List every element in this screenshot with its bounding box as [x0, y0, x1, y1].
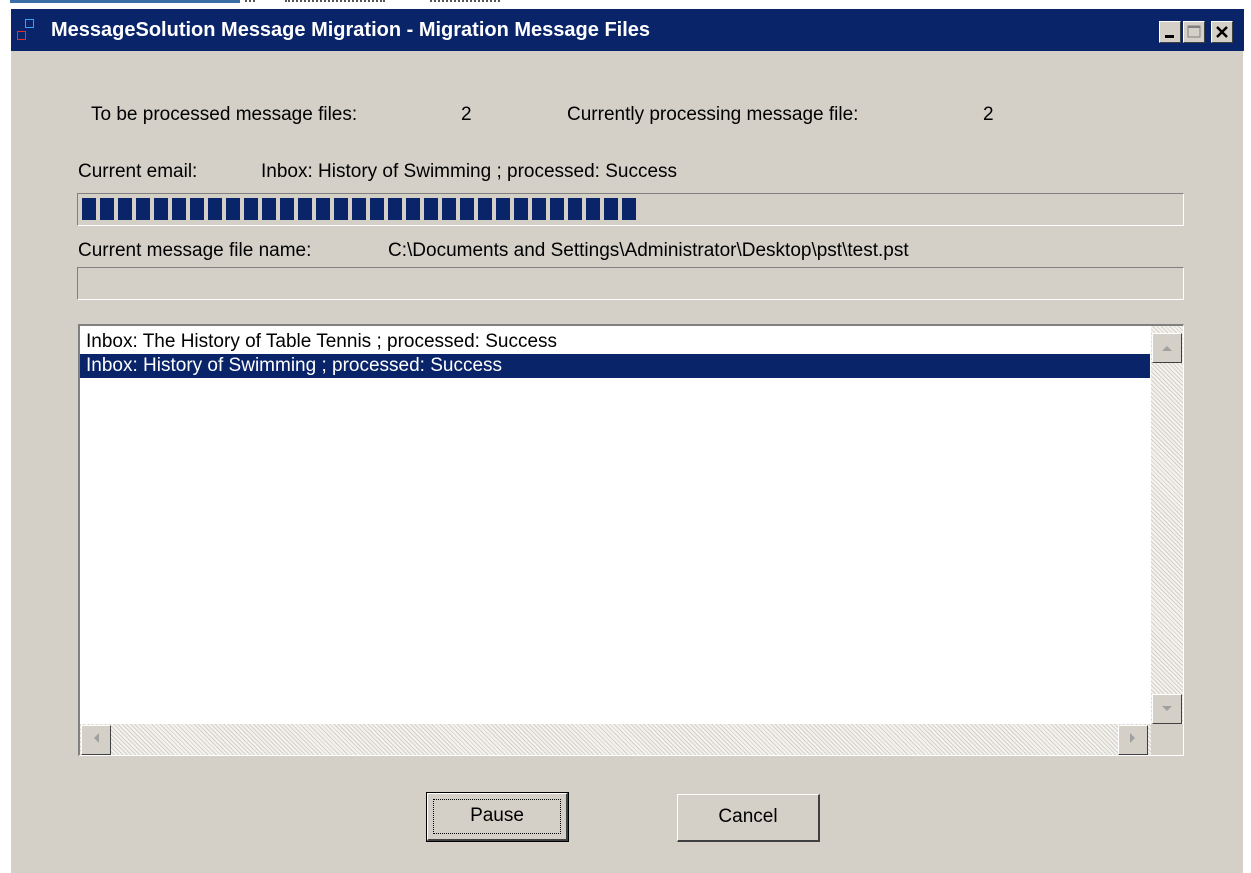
progress-block: [190, 198, 204, 220]
progress-block: [334, 198, 348, 220]
pause-button[interactable]: Pause: [426, 792, 569, 842]
scroll-down-button[interactable]: [1152, 694, 1182, 724]
progress-block: [424, 198, 438, 220]
vertical-scrollbar[interactable]: [1151, 326, 1183, 755]
scroll-up-button[interactable]: [1152, 333, 1182, 363]
file-name-label: Current message file name:: [78, 240, 312, 261]
progress-block: [352, 198, 366, 220]
progress-block: [82, 198, 96, 220]
close-button[interactable]: [1211, 21, 1233, 43]
progress-block: [604, 198, 618, 220]
email-progress-bar: [77, 193, 1184, 226]
progress-block: [622, 198, 636, 220]
progress-block: [586, 198, 600, 220]
progress-block: [478, 198, 492, 220]
horizontal-scroll-track[interactable]: [80, 724, 1152, 755]
progress-block: [262, 198, 276, 220]
progress-block: [136, 198, 150, 220]
cancel-button[interactable]: Cancel: [677, 794, 820, 842]
progress-block: [442, 198, 456, 220]
to-be-processed-count: 2: [461, 104, 472, 125]
progress-block: [514, 198, 528, 220]
minimize-icon: [1165, 35, 1174, 38]
arrow-right-icon: [1130, 733, 1135, 743]
progress-block: [244, 198, 258, 220]
progress-block: [226, 198, 240, 220]
progress-block: [532, 198, 546, 220]
cancel-button-label: Cancel: [718, 806, 778, 827]
progress-block: [280, 198, 294, 220]
progress-block: [370, 198, 384, 220]
currently-processing-label: Currently processing message file:: [567, 104, 859, 125]
arrow-down-icon: [1162, 706, 1172, 711]
current-email-value: Inbox: History of Swimming ; processed: …: [261, 161, 678, 182]
progress-block: [298, 198, 312, 220]
progress-block: [118, 198, 132, 220]
to-be-processed-label: To be processed message files:: [91, 104, 358, 125]
progress-block: [568, 198, 582, 220]
file-name-value: C:\Documents and Settings\Administrator\…: [388, 240, 909, 261]
progress-block: [172, 198, 186, 220]
scroll-left-button[interactable]: [81, 725, 111, 755]
progress-block: [154, 198, 168, 220]
progress-block: [496, 198, 510, 220]
vertical-scroll-track[interactable]: [1151, 326, 1183, 724]
progress-block: [208, 198, 222, 220]
arrow-up-icon: [1162, 346, 1172, 351]
progress-block: [100, 198, 114, 220]
processed-email-list[interactable]: Inbox: The History of Table Tennis ; pro…: [78, 324, 1184, 756]
file-progress-bar: [77, 267, 1184, 300]
focus-rectangle: [433, 799, 561, 834]
progress-block: [460, 198, 474, 220]
currently-processing-count: 2: [983, 104, 994, 125]
list-item[interactable]: Inbox: History of Swimming ; processed: …: [80, 354, 1150, 378]
background-taskbar-edge: [10, 0, 240, 3]
maximize-button[interactable]: [1183, 21, 1205, 43]
current-email-label: Current email:: [78, 161, 198, 182]
progress-block: [406, 198, 420, 220]
close-icon: [1216, 26, 1228, 38]
list-item[interactable]: Inbox: The History of Table Tennis ; pro…: [80, 330, 1150, 354]
email-progress-fill: [82, 198, 636, 220]
maximize-icon: [1187, 25, 1201, 38]
title-bar[interactable]: MessageSolution Message Migration - Migr…: [11, 9, 1244, 51]
background-dotted-mark: [430, 0, 500, 6]
app-icon: [17, 19, 35, 41]
background-dotted-mark: [285, 0, 385, 6]
background-window-strip: [0, 0, 1251, 8]
minimize-button[interactable]: [1159, 21, 1181, 43]
horizontal-scrollbar[interactable]: [80, 724, 1152, 755]
migration-dialog: MessageSolution Message Migration - Migr…: [10, 8, 1244, 873]
window-title: MessageSolution Message Migration - Migr…: [51, 19, 651, 41]
scroll-right-button[interactable]: [1118, 725, 1148, 755]
progress-block: [550, 198, 564, 220]
scrollbar-corner: [1151, 724, 1183, 755]
progress-block: [316, 198, 330, 220]
arrow-left-icon: [94, 733, 99, 743]
progress-block: [388, 198, 402, 220]
background-dotted-mark: [245, 0, 255, 6]
